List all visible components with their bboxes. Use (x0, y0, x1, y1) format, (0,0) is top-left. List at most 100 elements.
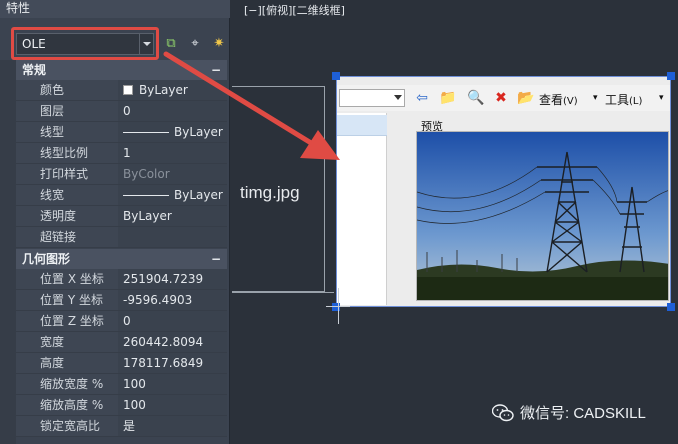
property-value: ByLayer (174, 124, 223, 139)
property-value: 260442.8094 (123, 334, 204, 349)
palette-title: 特性 (0, 0, 230, 18)
property-value-cell[interactable]: 0 (118, 311, 227, 331)
property-row[interactable]: 线型比例 1 (16, 143, 227, 164)
property-value-cell[interactable]: ByLayer (118, 206, 227, 226)
property-value-cell[interactable]: -9596.4903 (118, 290, 227, 310)
properties-palette[interactable]: 特性 OLE ⧉ ⌖ ✷ 常规 − 颜色 ByLayer 图层 0 线型 ByLayer 线型比… (0, 0, 230, 444)
property-value-cell[interactable]: ByColor (118, 164, 227, 184)
preview-image (416, 131, 669, 301)
property-key: 缩放高度 % (16, 395, 118, 415)
back-arrow-icon[interactable]: ⇦ (413, 89, 431, 107)
property-value-cell[interactable] (118, 227, 227, 247)
property-value: ByColor (123, 166, 170, 181)
property-key: 宽度 (16, 332, 118, 352)
property-row[interactable]: 位置 Z 坐标 0 (16, 311, 227, 332)
property-value-cell[interactable]: 100 (118, 395, 227, 415)
tools-menu-key: (L) (629, 96, 643, 107)
property-key: 透明度 (16, 206, 118, 226)
property-value-cell[interactable]: 100 (118, 374, 227, 394)
view-dropdown-icon[interactable]: ▾ (593, 93, 598, 103)
property-key: 锁定宽高比 (16, 416, 118, 436)
power-tower-photo (417, 132, 668, 300)
property-value-cell[interactable]: ByLayer (118, 122, 227, 142)
section-header[interactable]: 几何图形 − (16, 249, 227, 269)
property-row[interactable]: 打印样式 ByColor (16, 164, 227, 185)
property-value: ByLayer (174, 187, 223, 202)
property-value-cell[interactable]: 0 (118, 101, 227, 121)
property-value-cell[interactable]: 178117.6849 (118, 353, 227, 373)
grip-bottom-right[interactable] (667, 303, 675, 311)
wechat-icon (492, 403, 514, 421)
property-key: 位置 Z 坐标 (16, 311, 118, 331)
image-frame-bottom (232, 292, 334, 293)
line-sample (123, 194, 169, 196)
property-key: 位置 Y 坐标 (16, 290, 118, 310)
property-value: 100 (123, 376, 146, 391)
select-objects-icon[interactable]: ⌖ (186, 35, 204, 53)
property-value-cell[interactable]: 260442.8094 (118, 332, 227, 352)
folder-up-icon[interactable]: 📁 (439, 89, 457, 107)
grip-top-left[interactable] (332, 72, 340, 80)
property-key: 颜色 (16, 80, 118, 100)
quick-select-icon[interactable]: ✷ (210, 35, 228, 53)
section-header[interactable]: 常规 − (16, 60, 227, 80)
property-value: 100 (123, 397, 146, 412)
property-value-cell[interactable]: 是 (118, 416, 227, 436)
property-row[interactable]: 超链接 (16, 227, 227, 248)
property-row[interactable]: 图层 0 (16, 101, 227, 122)
property-row[interactable]: 缩放高度 % 100 (16, 395, 227, 416)
ole-toolbar: ⇦ 📁 🔍 ✖ 📂 查看(V) ▾ 工具(L) ▾ (337, 85, 670, 111)
tools-dropdown-icon[interactable]: ▾ (659, 93, 664, 103)
palette-side-strip (0, 60, 16, 444)
image-filename-text: timg.jpg (240, 183, 300, 202)
property-key: 线型比例 (16, 143, 118, 163)
property-value: -9596.4903 (123, 292, 193, 307)
ole-selected-folder[interactable] (337, 115, 387, 135)
ole-object[interactable]: ⇦ 📁 🔍 ✖ 📂 查看(V) ▾ 工具(L) ▾ 预览 (336, 76, 671, 307)
property-row[interactable]: 锁定宽高比是 (16, 416, 227, 437)
property-row[interactable]: 线宽 ByLayer (16, 185, 227, 206)
property-row[interactable]: 位置 Y 坐标 -9596.4903 (16, 290, 227, 311)
tools-menu[interactable]: 工具(L) (605, 91, 642, 108)
property-row[interactable]: 颜色 ByLayer (16, 80, 227, 101)
property-key: 高度 (16, 353, 118, 373)
property-key: 缩放宽度 % (16, 374, 118, 394)
property-key: 线型 (16, 122, 118, 142)
watermark-text: 微信号: CADSKILL (520, 405, 646, 422)
ole-folder-divider (337, 135, 387, 136)
search-icon[interactable]: 🔍 (467, 89, 485, 107)
view-controls-label[interactable]: [−][俯视][二维线框] (244, 2, 345, 18)
view-menu-key: (V) (563, 96, 578, 107)
ole-path-combo[interactable] (339, 89, 405, 107)
property-value: 251904.7239 (123, 271, 204, 286)
property-value-cell[interactable]: 1 (118, 143, 227, 163)
property-key: 超链接 (16, 227, 118, 247)
watermark: 微信号: CADSKILL (492, 402, 646, 423)
property-value: 0 (123, 313, 131, 328)
property-row[interactable]: 透明度 ByLayer (16, 206, 227, 227)
collapse-icon[interactable]: − (211, 249, 221, 269)
property-value: ByLayer (139, 82, 188, 97)
line-sample (123, 131, 169, 133)
new-folder-icon[interactable]: 📂 (517, 89, 535, 107)
property-value: ByLayer (123, 208, 172, 223)
toggle-pickadd-icon[interactable]: ⧉ (162, 35, 180, 53)
collapse-icon[interactable]: − (211, 60, 221, 80)
property-row[interactable]: 线型 ByLayer (16, 122, 227, 143)
ole-folder-pane[interactable] (337, 113, 387, 305)
property-value-cell[interactable]: ByLayer (118, 185, 227, 205)
property-row[interactable]: 高度 178117.6849 (16, 353, 227, 374)
view-menu[interactable]: 查看(V) (539, 91, 578, 108)
grip-top-right[interactable] (667, 72, 675, 80)
property-row[interactable]: 缩放宽度 % 100 (16, 374, 227, 395)
delete-icon[interactable]: ✖ (492, 89, 510, 107)
property-row[interactable]: 位置 X 坐标 251904.7239 (16, 269, 227, 290)
property-value: 是 (123, 418, 136, 433)
property-value-cell[interactable]: ByLayer (118, 80, 227, 100)
cursor-crosshair-horizontal (326, 306, 350, 307)
property-row[interactable]: 宽度 260442.8094 (16, 332, 227, 353)
property-value-cell[interactable]: 251904.7239 (118, 269, 227, 289)
property-value: 0 (123, 103, 131, 118)
view-menu-label: 查看 (539, 93, 564, 107)
section-title: 常规 (22, 63, 47, 77)
